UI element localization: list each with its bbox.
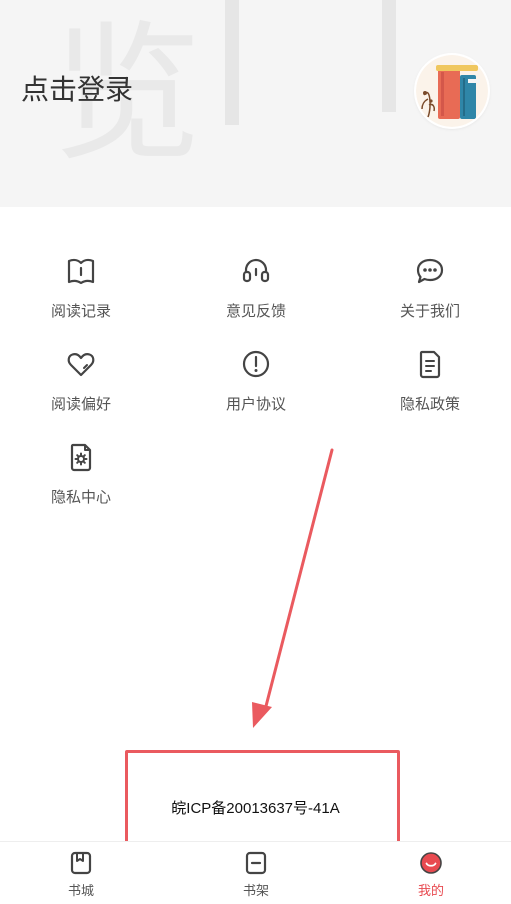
bookshelf-icon <box>245 851 267 875</box>
tab-label: 书城 <box>67 884 94 899</box>
menu-item-label: 阅读偏好 <box>50 395 111 413</box>
tab-bookshelf[interactable]: 书架 <box>196 850 316 899</box>
user-face-icon <box>420 852 442 874</box>
books-avatar-icon <box>416 55 488 127</box>
menu-item-user-agreement[interactable]: 用户协议 <box>171 348 341 428</box>
tab-bookstore[interactable]: 书城 <box>21 850 141 899</box>
avatar[interactable] <box>416 55 488 127</box>
menu-item-label: 隐私中心 <box>50 488 111 506</box>
annotation-highlight-box <box>125 750 400 845</box>
tab-mine[interactable]: 我的 <box>371 850 491 899</box>
menu-item-reading-history[interactable]: 阅读记录 <box>0 255 166 335</box>
menu-item-label: 意见反馈 <box>225 302 286 320</box>
menu-item-label: 关于我们 <box>399 302 460 320</box>
menu-item-privacy-center[interactable]: 隐私中心 <box>0 441 166 521</box>
menu-item-privacy-policy[interactable]: 隐私政策 <box>345 348 511 428</box>
bookmark-book-icon <box>70 851 92 875</box>
tab-label: 书架 <box>242 884 269 899</box>
book-open-icon <box>67 258 95 285</box>
menu-item-label: 隐私政策 <box>399 395 460 413</box>
profile-header: 览 点击登录 <box>0 0 511 207</box>
chat-bubble-icon <box>416 258 444 284</box>
exclamation-circle-icon <box>242 350 270 378</box>
headset-icon <box>242 258 270 283</box>
menu-item-label: 用户协议 <box>225 395 286 413</box>
login-button[interactable]: 点击登录 <box>21 68 133 108</box>
tab-label: 我的 <box>417 884 444 899</box>
heart-icon <box>67 353 95 377</box>
menu-item-reading-preference[interactable]: 阅读偏好 <box>0 348 166 428</box>
document-gear-icon <box>70 443 92 472</box>
menu-item-feedback[interactable]: 意见反馈 <box>171 255 341 335</box>
decorative-line <box>225 0 239 125</box>
menu-item-label: 阅读记录 <box>50 302 111 320</box>
document-lines-icon <box>419 350 441 379</box>
menu-item-about-us[interactable]: 关于我们 <box>345 255 511 335</box>
bottom-tab-bar: 书城 书架 我的 <box>0 841 511 904</box>
decorative-line <box>382 0 396 112</box>
